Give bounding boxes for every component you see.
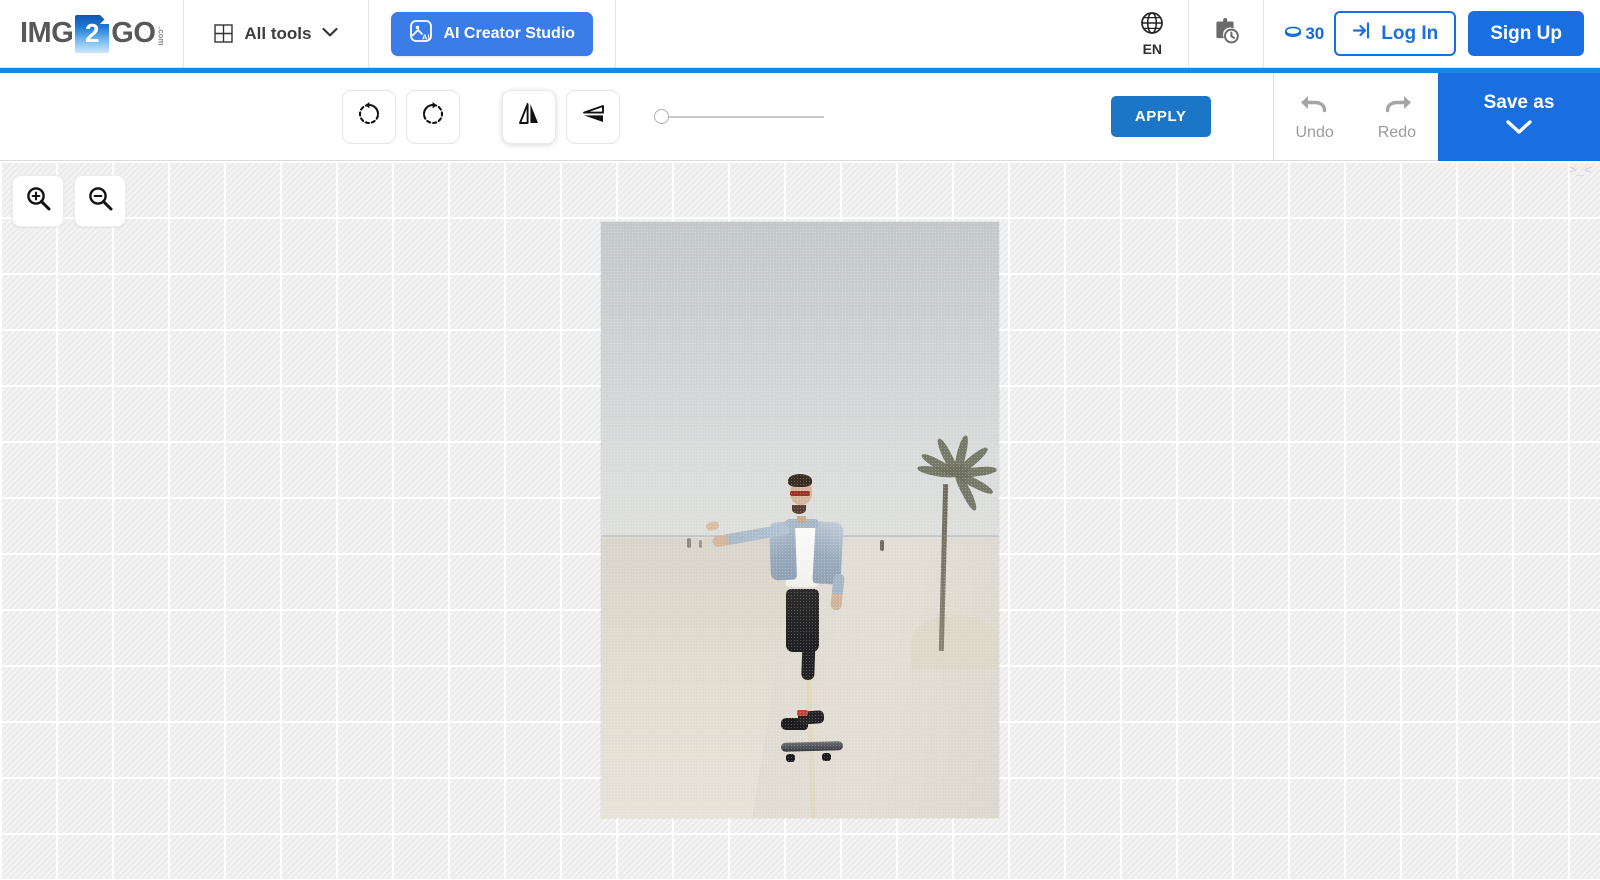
undo-button[interactable]: Undo xyxy=(1274,91,1356,142)
logo-text-tld: .com xyxy=(156,27,166,46)
svg-text:AI: AI xyxy=(422,32,430,41)
zoom-out-button[interactable] xyxy=(74,175,126,227)
save-as-label: Save as xyxy=(1483,91,1555,113)
signup-button[interactable]: Sign Up xyxy=(1468,11,1584,56)
save-as-button[interactable]: Save as xyxy=(1438,72,1600,161)
magnifier-plus-icon xyxy=(25,185,52,217)
angle-slider[interactable] xyxy=(654,109,824,124)
chevron-down-icon xyxy=(1504,118,1534,142)
undo-arrow-icon xyxy=(1298,91,1332,122)
header-spacer xyxy=(616,0,1116,67)
magnifier-minus-icon xyxy=(87,185,114,217)
zoom-in-button[interactable] xyxy=(12,175,64,227)
image-palm-mound xyxy=(911,615,999,669)
image-sunglasses xyxy=(790,490,811,496)
image-skateboard-wheel xyxy=(786,754,796,763)
ai-creator-studio-cell: AI AI Creator Studio xyxy=(369,0,617,67)
image-beard xyxy=(792,504,807,514)
redo-label: Redo xyxy=(1377,124,1416,141)
flip-tool-group xyxy=(502,89,630,144)
undo-label: Undo xyxy=(1295,124,1334,141)
flip-vertical-button[interactable] xyxy=(566,89,620,144)
corner-watermark: >_< xyxy=(1568,163,1592,178)
ai-creator-studio-label: AI Creator Studio xyxy=(443,24,576,42)
rotate-right-button[interactable] xyxy=(406,89,460,144)
all-tools-menu[interactable]: All tools xyxy=(184,0,370,67)
auth-buttons: Log In Sign Up xyxy=(1334,0,1600,67)
image-skateboard xyxy=(780,740,843,752)
logo-text-go: GO xyxy=(111,17,156,49)
editor-toolbar: APPLY Undo Redo Save as xyxy=(0,72,1600,161)
redo-button[interactable]: Redo xyxy=(1356,91,1438,142)
logo-badge-two: 2 xyxy=(85,17,100,48)
image-distant-person xyxy=(698,539,702,548)
credits-indicator[interactable]: 30 xyxy=(1264,0,1334,67)
image-pants xyxy=(785,588,819,652)
image-distant-person xyxy=(686,538,691,549)
angle-slider-knob[interactable] xyxy=(654,109,669,124)
rotate-counterclockwise-icon xyxy=(356,101,382,132)
ai-creator-studio-button[interactable]: AI AI Creator Studio xyxy=(391,11,594,56)
globe-icon xyxy=(1140,11,1164,40)
image-distant-person xyxy=(879,540,884,552)
flip-horizontal-icon xyxy=(515,100,543,133)
image-skateboard-wheel xyxy=(821,753,831,762)
angle-slider-track[interactable] xyxy=(669,115,824,118)
flip-horizontal-button[interactable] xyxy=(502,89,556,144)
rotate-left-button[interactable] xyxy=(342,89,396,144)
login-button[interactable]: Log In xyxy=(1334,11,1457,56)
signup-label: Sign Up xyxy=(1490,22,1562,44)
credits-value: 30 xyxy=(1305,23,1325,43)
editing-image[interactable] xyxy=(601,222,999,818)
logo[interactable]: IMG 2 GO .com xyxy=(0,0,185,67)
coin-icon xyxy=(1284,24,1302,44)
redo-arrow-icon xyxy=(1380,91,1414,122)
logo-text-img: IMG xyxy=(20,17,74,49)
language-code: EN xyxy=(1142,40,1163,57)
chevron-down-icon xyxy=(322,25,339,43)
grid-icon xyxy=(214,24,234,43)
clipboard-clock-icon xyxy=(1211,16,1241,51)
image-sock xyxy=(797,709,809,716)
flip-vertical-icon xyxy=(579,100,607,133)
editor-canvas[interactable]: >_< xyxy=(0,161,1600,879)
ai-image-icon: AI xyxy=(409,19,433,48)
rotate-clockwise-icon xyxy=(420,101,446,132)
apply-button[interactable]: APPLY xyxy=(1110,96,1211,137)
app-header: IMG 2 GO .com All tools AI AI Creator St… xyxy=(0,0,1600,68)
image-palm-crown xyxy=(915,413,998,512)
login-arrow-icon xyxy=(1352,20,1373,47)
zoom-controls xyxy=(12,175,126,227)
image-hair xyxy=(788,474,813,488)
img2go-logo-icon: 2 xyxy=(75,14,110,53)
language-selector[interactable]: EN xyxy=(1116,0,1190,67)
rotate-tool-group xyxy=(342,89,470,144)
all-tools-label: All tools xyxy=(244,23,312,43)
job-history-button[interactable] xyxy=(1189,0,1265,67)
image-neck xyxy=(796,516,806,524)
login-label: Log In xyxy=(1381,22,1439,44)
